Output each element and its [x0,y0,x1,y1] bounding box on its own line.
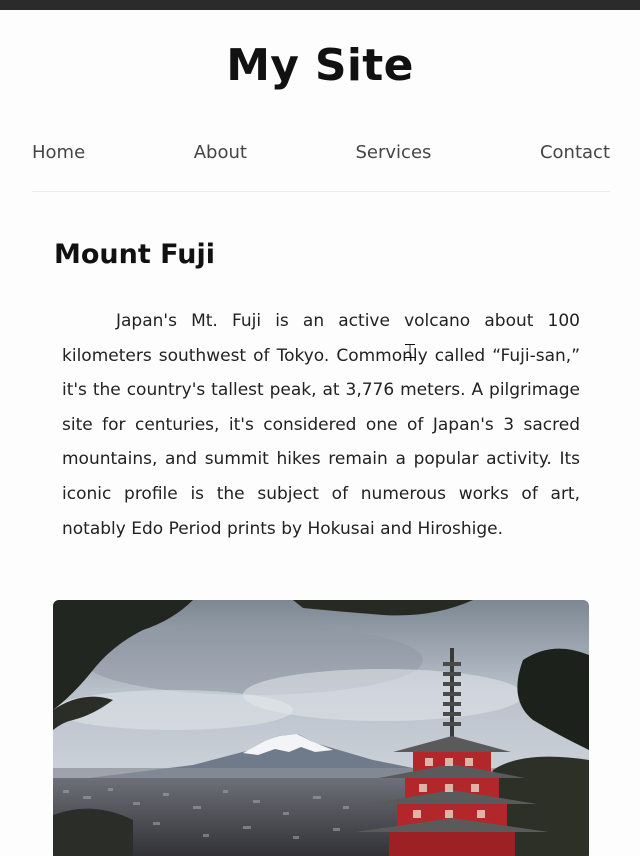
mount-fuji-photo [53,600,589,856]
browser-top-strip [0,0,640,10]
page: My Site Home About Services Contact Moun… [0,10,640,856]
main-nav: Home About Services Contact [32,142,610,172]
article-heading: Mount Fuji [54,239,215,270]
nav-item-services[interactable]: Services [356,142,432,172]
nav-item-about[interactable]: About [194,142,247,172]
nav-divider [32,191,610,192]
nav-item-home[interactable]: Home [32,142,85,172]
article-body: Japan's Mt. Fuji is an active volcano ab… [62,311,580,539]
mount-fuji-photo-graphic [53,600,589,856]
site-title: My Site [226,40,414,91]
nav-item-contact[interactable]: Contact [540,142,610,172]
